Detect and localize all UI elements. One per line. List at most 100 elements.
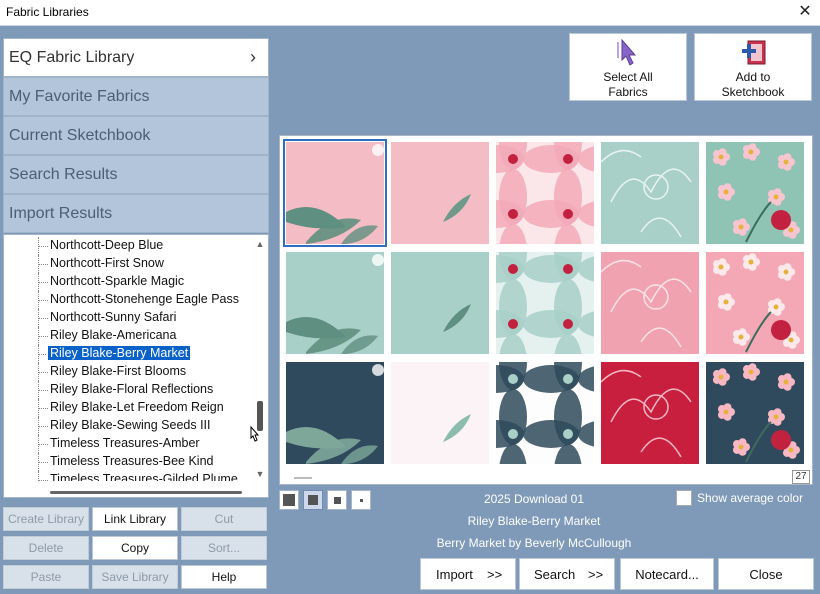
tree-item-label[interactable]: Timeless Treasures-Amber: [48, 436, 202, 450]
select-all-fabrics-button[interactable]: Select All Fabrics: [569, 33, 687, 101]
tree-item-label[interactable]: Northcott-Sparkle Magic: [48, 274, 186, 288]
fabric-swatch[interactable]: [283, 139, 387, 247]
scroll-down-icon[interactable]: ▼: [255, 469, 265, 479]
tree-item[interactable]: Northcott-First Snow: [4, 255, 244, 273]
tree-item[interactable]: Riley Blake-Floral Reflections: [4, 381, 244, 399]
fabric-swatch[interactable]: [391, 142, 489, 244]
tree-item-label[interactable]: Riley Blake-Sewing Seeds III: [48, 418, 213, 432]
tree-item-label[interactable]: Northcott-Stonehenge Eagle Pass: [48, 292, 241, 306]
sort-button[interactable]: Sort...: [181, 536, 267, 560]
fabric-swatch[interactable]: [706, 362, 804, 464]
tree-item-label[interactable]: Northcott-First Snow: [48, 256, 166, 270]
tree-item[interactable]: Timeless Treasures-Bee Kind: [4, 453, 244, 471]
scrollbar-thumb[interactable]: [50, 491, 242, 494]
fabric-swatch[interactable]: [706, 252, 804, 354]
fabric-swatch[interactable]: [286, 362, 384, 464]
tree-vertical-scrollbar[interactable]: ▲ ▼: [252, 235, 268, 481]
notecard-button[interactable]: Notecard...: [620, 558, 714, 590]
tree-item[interactable]: Riley Blake-Americana: [4, 327, 244, 345]
large-square-icon: [283, 494, 295, 506]
add-to-sketchbook-line2: Sketchbook: [721, 85, 785, 99]
nav-import-results[interactable]: Import Results: [3, 194, 269, 233]
fabric-grid: 27: [279, 135, 813, 485]
tree-item[interactable]: Northcott-Stonehenge Eagle Pass: [4, 291, 244, 309]
tree-item[interactable]: Riley Blake-Sewing Seeds III: [4, 417, 244, 435]
close-icon[interactable]: ✕: [796, 2, 814, 22]
fabric-swatch[interactable]: [601, 362, 699, 464]
mouse-cursor-icon: [250, 426, 260, 442]
fabric-swatch[interactable]: [706, 142, 804, 244]
fabric-swatch[interactable]: [601, 142, 699, 244]
cut-button[interactable]: Cut: [181, 507, 267, 531]
tree-item-label[interactable]: Riley Blake-First Blooms: [48, 364, 188, 378]
tree-item[interactable]: Riley Blake-First Blooms: [4, 363, 244, 381]
fabric-swatch[interactable]: [391, 362, 489, 464]
tree-item-label[interactable]: Riley Blake-Berry Market: [46, 345, 192, 361]
sketchbook-add-icon: [742, 40, 766, 65]
close-button[interactable]: Close: [718, 558, 814, 590]
fabric-swatch[interactable]: [391, 252, 489, 354]
size-large-button[interactable]: [279, 490, 299, 510]
search-button[interactable]: Search >>: [519, 558, 615, 590]
save-library-button[interactable]: Save Library: [92, 565, 178, 589]
tree-connector: [38, 444, 48, 445]
library-nav: EQ Fabric Library › My Favorite Fabrics …: [3, 38, 269, 233]
nav-current-sketchbook[interactable]: Current Sketchbook: [3, 116, 269, 155]
tree-connector: [38, 264, 48, 265]
tree-connector: [38, 336, 48, 337]
size-small-button[interactable]: [327, 490, 347, 510]
small-square-icon: [334, 497, 341, 504]
tree-item-label[interactable]: Riley Blake-Floral Reflections: [48, 382, 215, 396]
tree-item-label[interactable]: Riley Blake-Let Freedom Reign: [48, 400, 226, 414]
page-count: 27: [792, 470, 810, 484]
copy-button[interactable]: Copy: [92, 536, 178, 560]
tree-horizontal-scrollbar[interactable]: [4, 481, 254, 497]
link-library-button[interactable]: Link Library: [92, 507, 178, 531]
tree-item-label[interactable]: Timeless Treasures-Bee Kind: [48, 454, 216, 468]
tree-item[interactable]: Riley Blake-Let Freedom Reign: [4, 399, 244, 417]
tree-item-label[interactable]: Northcott-Deep Blue: [48, 238, 165, 252]
help-button[interactable]: Help: [181, 565, 267, 589]
tree-item[interactable]: Timeless Treasures-Amber: [4, 435, 244, 453]
fabric-group-name: 2025 Download 01: [483, 492, 585, 506]
nav-label: My Favorite Fabrics: [9, 88, 150, 105]
fabric-swatch[interactable]: [601, 252, 699, 354]
tree-item-label[interactable]: Riley Blake-Americana: [48, 328, 178, 342]
library-tree[interactable]: Northcott-Deep Blue Northcott-First Snow N…: [3, 234, 269, 498]
tree-item[interactable]: Northcott-Sunny Safari: [4, 309, 244, 327]
grid-scroll-indicator[interactable]: [294, 477, 312, 479]
import-label: Import: [436, 567, 473, 582]
fabric-swatch[interactable]: [286, 252, 384, 354]
create-library-button[interactable]: Create Library: [3, 507, 89, 531]
tree-item[interactable]: Northcott-Deep Blue: [4, 237, 244, 255]
fabric-swatch[interactable]: [496, 362, 594, 464]
scroll-up-icon[interactable]: ▲: [255, 239, 265, 249]
size-medium-button[interactable]: [303, 490, 323, 510]
import-button[interactable]: Import >>: [420, 558, 516, 590]
tree-item[interactable]: Northcott-Sparkle Magic: [4, 273, 244, 291]
tree-item-label[interactable]: Northcott-Sunny Safari: [48, 310, 178, 324]
show-average-color-checkbox[interactable]: [676, 490, 692, 506]
notecard-label: Notecard...: [635, 567, 699, 582]
fabric-swatch[interactable]: [496, 252, 594, 354]
fabric-designer: Berry Market by Beverly McCullough: [436, 536, 632, 550]
tree-connector: [38, 426, 48, 427]
search-label: Search: [534, 567, 576, 582]
tree-connector: [38, 408, 48, 409]
nav-search-results[interactable]: Search Results: [3, 155, 269, 194]
nav-my-favorite-fabrics[interactable]: My Favorite Fabrics: [3, 77, 269, 116]
tree-item[interactable]: Riley Blake-Berry Market: [4, 345, 244, 363]
title-bar: Fabric Libraries ✕: [0, 0, 820, 26]
fabric-library-name: Riley Blake-Berry Market: [467, 514, 601, 528]
select-all-cursor-icon: [617, 38, 637, 66]
nav-eq-fabric-library[interactable]: EQ Fabric Library ›: [3, 38, 269, 77]
fabric-swatch[interactable]: [496, 142, 594, 244]
tree-connector: [38, 318, 48, 319]
size-tiny-button[interactable]: [351, 490, 371, 510]
add-to-sketchbook-button[interactable]: Add to Sketchbook: [694, 33, 812, 101]
delete-button[interactable]: Delete: [3, 536, 89, 560]
select-all-label-line1: Select All: [603, 70, 653, 84]
paste-button[interactable]: Paste: [3, 565, 89, 589]
add-to-sketchbook-line1: Add to: [735, 70, 771, 84]
search-arrow: >>: [588, 567, 604, 582]
